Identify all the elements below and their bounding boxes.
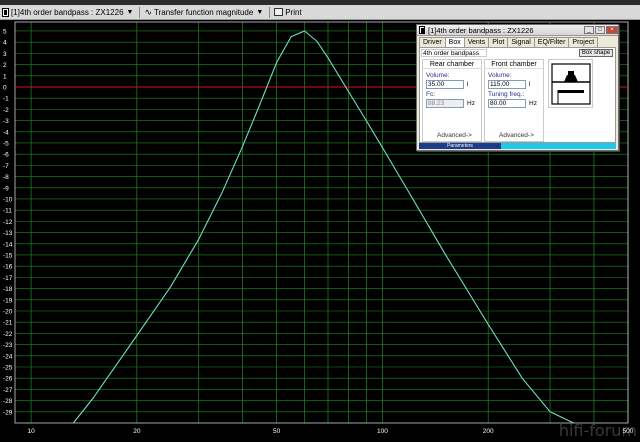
status-label: Parameters	[419, 143, 501, 149]
y-tick-label: -14	[3, 241, 13, 248]
front-tuning-unit: Hz	[529, 100, 537, 107]
y-tick-label: -27	[3, 387, 13, 394]
y-tick-label: -9	[3, 185, 9, 192]
y-tick-label: -4	[3, 129, 9, 136]
dialog-title: [1]4th order bandpass : ZX1226	[428, 25, 534, 35]
print-label: Print	[285, 7, 302, 17]
x-tick-label: 200	[483, 428, 494, 435]
document-icon	[2, 7, 9, 17]
box-shape-button[interactable]: Box shape	[579, 49, 613, 57]
y-tick-label: -21	[3, 320, 13, 327]
rear-volume-input[interactable]: 35.00	[426, 80, 464, 89]
rear-chamber-title: Rear chamber	[423, 60, 481, 69]
y-tick-label: -8	[3, 174, 9, 181]
rear-volume-label: Volume:	[426, 72, 450, 79]
y-tick-label: -29	[3, 409, 13, 416]
tab-plot[interactable]: Plot	[488, 37, 509, 47]
tab-project[interactable]: Project	[568, 37, 599, 47]
front-volume-input[interactable]: 115.00	[488, 80, 526, 89]
y-tick-label: 2	[3, 62, 7, 69]
x-tick-label: 50	[273, 428, 281, 435]
y-tick-label: -11	[3, 208, 12, 215]
plot-type-label: Transfer function magnitude	[154, 7, 254, 17]
dialog-status-bar: Parameters	[419, 143, 616, 149]
y-tick-label: -23	[3, 342, 13, 349]
plot-type-selector[interactable]: ∿ Transfer function magnitude ▼	[144, 6, 263, 19]
waveform-icon: ∿	[144, 6, 153, 17]
y-tick-label: -2	[3, 107, 9, 114]
toolbar: [1]4th order bandpass : ZX1226 ▼ ∿ Trans…	[0, 5, 640, 20]
bandpass-diagram-icon	[551, 63, 591, 105]
front-tuning-input[interactable]: 80.00	[488, 99, 526, 108]
y-tick-label: 1	[3, 73, 7, 80]
tab-eq-filter[interactable]: EQ/Filter	[533, 37, 570, 47]
y-tick-label: -6	[3, 152, 9, 159]
tab-signal[interactable]: Signal	[507, 37, 535, 47]
y-tick-label: 5	[3, 28, 7, 35]
front-volume-label: Volume:	[488, 72, 512, 79]
rear-fc-input: 88.23	[426, 99, 464, 108]
box-type-field[interactable]: 4th order bandpass	[421, 49, 487, 57]
tab-vents[interactable]: Vents	[463, 37, 490, 47]
minimize-icon[interactable]: _	[584, 26, 594, 34]
front-chamber-group: Front chamber Volume: 115.00 l Tuning fr…	[484, 59, 544, 142]
watermark: hifi-forum	[558, 421, 637, 440]
rear-advanced-link[interactable]: Advanced->	[437, 132, 472, 139]
x-tick-label: 100	[377, 428, 388, 435]
y-tick-label: -15	[3, 252, 13, 259]
front-tuning-label: Tuning freq.:	[488, 91, 525, 98]
tab-box[interactable]: Box	[444, 37, 465, 47]
y-tick-label: -3	[3, 118, 9, 125]
front-advanced-link[interactable]: Advanced->	[499, 132, 534, 139]
y-tick-label: -13	[3, 230, 13, 237]
project-selector[interactable]: [1]4th order bandpass : ZX1226 ▼	[2, 6, 133, 19]
bandpass-box-diagram	[548, 59, 593, 108]
maximize-icon[interactable]: □	[595, 26, 605, 34]
y-tick-label: -28	[3, 398, 13, 405]
front-chamber-title: Front chamber	[485, 60, 543, 69]
chevron-down-icon[interactable]: ▼	[127, 9, 134, 16]
x-tick-label: 10	[27, 428, 35, 435]
tab-driver[interactable]: Driver	[419, 37, 446, 47]
document-icon	[419, 26, 425, 34]
y-tick-label: -1	[3, 96, 9, 103]
y-tick-label: -10	[3, 196, 13, 203]
chevron-down-icon[interactable]: ▼	[256, 9, 263, 16]
status-progress	[501, 143, 616, 149]
y-tick-label: -26	[3, 376, 13, 383]
y-tick-label: -17	[3, 275, 13, 282]
y-tick-label: 3	[3, 51, 7, 58]
toolbar-separator	[139, 6, 141, 18]
y-tick-label: -19	[3, 297, 13, 304]
box-dialog: [1]4th order bandpass : ZX1226 _ □ × Dri…	[416, 24, 619, 151]
y-tick-label: -18	[3, 286, 13, 293]
y-tick-label: -25	[3, 364, 13, 371]
dialog-titlebar[interactable]: [1]4th order bandpass : ZX1226 _ □ ×	[417, 25, 618, 36]
rear-volume-unit: l	[467, 81, 469, 88]
y-tick-label: 0	[3, 84, 7, 91]
y-tick-label: 4	[3, 40, 7, 47]
x-tick-label: 20	[133, 428, 141, 435]
rear-fc-label: Fc:	[426, 91, 436, 98]
y-tick-label: -12	[3, 219, 13, 226]
project-selector-label: [1]4th order bandpass : ZX1226	[11, 7, 124, 17]
y-tick-label: -22	[3, 331, 13, 338]
y-tick-label: -20	[3, 308, 13, 315]
rear-fc-unit: Hz	[467, 100, 475, 107]
rear-chamber-group: Rear chamber Volume: 35.00 l Fc: 88.23 H…	[422, 59, 482, 142]
y-tick-label: -5	[3, 140, 9, 147]
y-tick-label: -24	[3, 353, 13, 360]
y-tick-label: -16	[3, 264, 13, 271]
y-tick-label: -7	[3, 163, 9, 170]
dialog-tabs: Driver Box Vents Plot Signal EQ/Filter P…	[417, 37, 618, 47]
box-panel: 4th order bandpass Box shape Rear chambe…	[419, 47, 616, 143]
printer-icon	[274, 8, 284, 16]
print-button[interactable]: Print	[274, 6, 302, 19]
toolbar-separator	[269, 6, 271, 18]
close-icon[interactable]: ×	[606, 26, 618, 34]
front-volume-unit: l	[529, 81, 531, 88]
